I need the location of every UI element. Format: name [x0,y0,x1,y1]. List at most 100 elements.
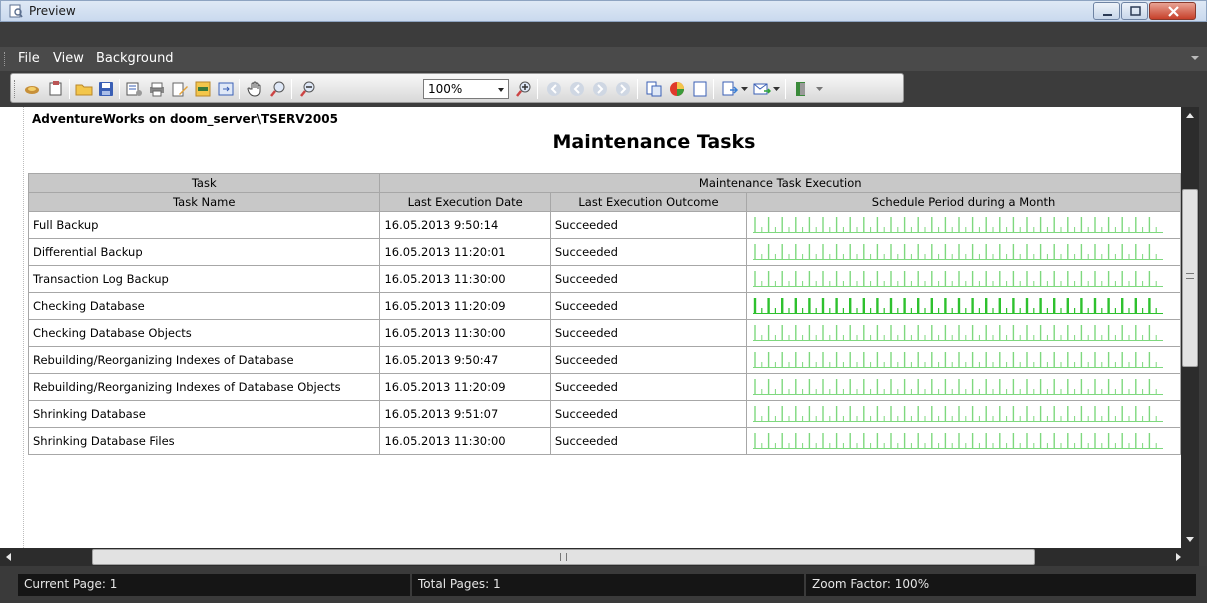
export-dropdown-icon[interactable] [741,87,748,92]
group-header-execution: Maintenance Task Execution [379,173,1181,193]
schedule-chart [753,325,1164,341]
print-setup-icon[interactable] [125,80,143,98]
outcome-cell: Succeeded [549,373,748,401]
open-folder-icon[interactable] [75,80,93,98]
next-page-icon[interactable] [591,80,609,98]
menu-view[interactable]: View [53,51,84,66]
toolbar-separator [637,79,638,99]
toolbar-grip [14,80,16,98]
save-icon[interactable] [97,80,115,98]
table-row: Full Backup 16.05.2013 9:50:14 Succeeded [27,211,1181,239]
task-name-cell: Rebuilding/Reorganizing Indexes of Datab… [27,373,381,401]
close-button[interactable] [1149,2,1196,20]
column-header-task-name: Task Name [27,192,381,212]
fit-width-icon[interactable] [217,80,235,98]
group-header-task: Task [27,173,381,193]
last-date-cell: 16.05.2013 9:50:47 [379,346,551,374]
zoom-out-icon[interactable] [299,80,317,98]
schedule-cell [746,400,1181,428]
chevron-down-icon [498,88,504,92]
task-name-cell: Shrinking Database [27,400,381,428]
schedule-cell [746,292,1181,320]
schedule-cell [746,346,1181,374]
page-setup-icon[interactable] [645,80,663,98]
window-frame [0,22,1207,47]
table-header-row: Task Name Last Execution Date Last Execu… [27,192,1181,212]
scroll-down-icon[interactable] [1186,537,1194,542]
scroll-left-icon[interactable] [6,553,11,561]
menu-grip [4,52,7,66]
menu-overflow-icon[interactable] [1191,56,1199,60]
horizontal-scrollbar[interactable] [0,548,1199,566]
task-name-cell: Full Backup [27,211,381,239]
table-group-header-row: Task Maintenance Task Execution [27,173,1181,193]
one-page-icon[interactable] [691,80,709,98]
schedule-chart [753,298,1164,314]
exit-icon[interactable] [793,80,811,98]
outcome-cell: Succeeded [549,346,748,374]
table-row: Shrinking Database 16.05.2013 9:51:07 Succ… [27,400,1181,428]
report-page: AdventureWorks on doom_server\TSERV2005 … [24,107,1181,548]
preview-app-icon [9,4,23,18]
scroll-right-icon[interactable] [1176,553,1181,561]
schedule-cell [746,427,1181,455]
menu-background[interactable]: Background [96,51,174,66]
menu-file[interactable]: File [18,51,40,66]
toolbar-separator [291,79,292,99]
zoom-tool-icon[interactable] [269,80,287,98]
task-name-cell: Differential Backup [27,238,381,266]
schedule-chart [753,379,1164,395]
toolbar: 100% [10,73,904,103]
edit-report-icon[interactable] [47,80,65,98]
send-dropdown-icon[interactable] [773,87,780,92]
open-report-icon[interactable] [23,80,41,98]
export-icon[interactable] [721,80,739,98]
outcome-cell: Succeeded [549,427,748,455]
zoom-in-icon[interactable] [515,80,533,98]
vertical-scrollbar[interactable] [1181,107,1199,548]
menu-bar: File View Background [0,47,1207,71]
last-date-cell: 16.05.2013 11:30:00 [379,427,551,455]
table-row: Checking Database Objects 16.05.2013 11:3… [27,319,1181,347]
status-bar: Current Page: 1 Total Pages: 1 Zoom Fact… [0,566,1207,603]
task-name-cell: Rebuilding/Reorganizing Indexes of Datab… [27,346,381,374]
task-name-cell: Transaction Log Backup [27,265,381,293]
send-icon[interactable] [753,80,771,98]
hand-tool-icon[interactable] [247,80,265,98]
toolbar-overflow-icon[interactable] [816,87,823,92]
last-date-cell: 16.05.2013 11:30:00 [379,265,551,293]
minimize-button[interactable] [1093,2,1120,20]
outcome-cell: Succeeded [549,400,748,428]
schedule-cell [746,319,1181,347]
schedule-chart [753,406,1164,422]
zoom-select[interactable]: 100% [423,79,509,99]
last-date-cell: 16.05.2013 11:20:09 [379,292,551,320]
toolbar-separator [785,79,786,99]
schedule-chart [753,217,1164,233]
outcome-cell: Succeeded [549,319,748,347]
status-total-pages: Total Pages: 1 [412,574,804,596]
title-bar: Preview [0,0,1207,22]
outcome-cell: Succeeded [549,238,748,266]
first-page-icon[interactable] [545,80,563,98]
schedule-cell [746,238,1181,266]
background-icon[interactable] [668,80,686,98]
page-margin [0,107,24,548]
maximize-button[interactable] [1121,2,1148,20]
schedule-cell [746,373,1181,401]
outcome-cell: Succeeded [549,265,748,293]
prev-page-icon[interactable] [568,80,586,98]
scroll-up-icon[interactable] [1186,113,1194,118]
window-frame-right [1199,107,1207,566]
schedule-chart [753,433,1164,449]
schedule-chart [753,271,1164,287]
server-name: AdventureWorks on doom_server\TSERV2005 [32,112,338,126]
close-icon [1168,6,1179,17]
edit-icon[interactable] [171,80,189,98]
fit-page-icon[interactable] [194,80,212,98]
print-icon[interactable] [148,80,166,98]
last-page-icon[interactable] [614,80,632,98]
task-name-cell: Checking Database Objects [27,319,381,347]
minimize-icon [1103,14,1112,16]
task-name-cell: Shrinking Database Files [27,427,381,455]
